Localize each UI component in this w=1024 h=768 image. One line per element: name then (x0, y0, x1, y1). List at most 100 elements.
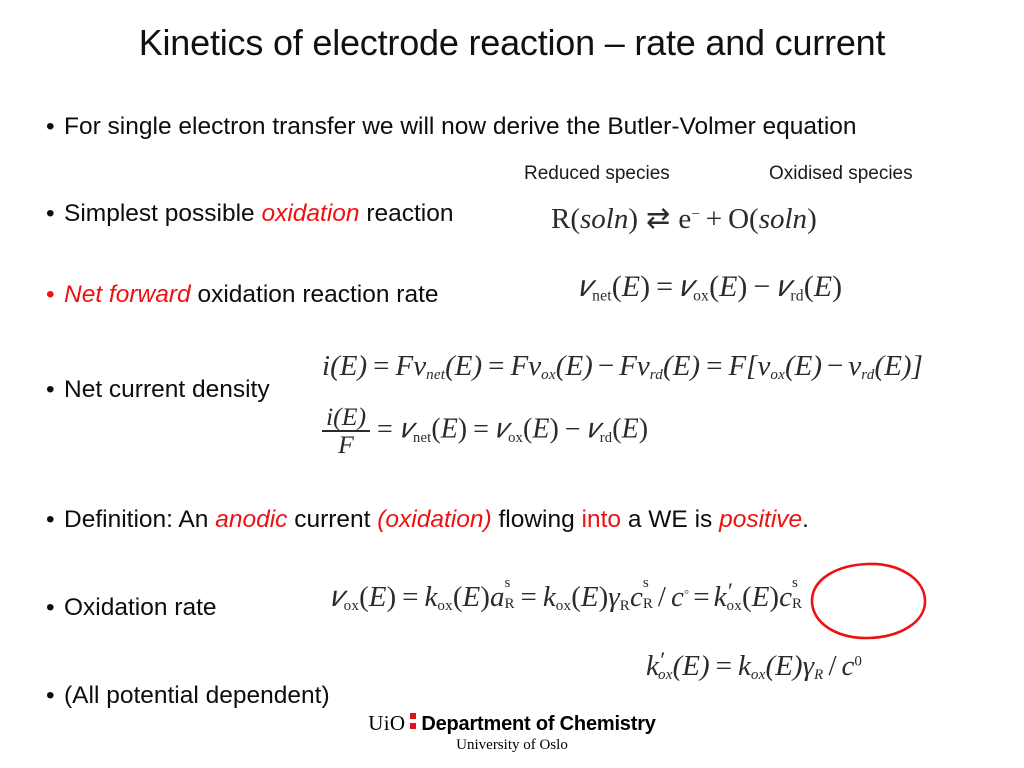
uio-university-name: University of Oslo (456, 737, 568, 753)
eq-cd-v3: v (636, 350, 650, 382)
eq-kp-k2: k (738, 650, 751, 682)
eq-cd-eq2: = (488, 350, 505, 382)
bullet-2-pre: Simplest possible (64, 200, 262, 227)
eq-cd-v1: v (413, 350, 427, 382)
bullet-marker (46, 200, 64, 228)
eq-cd-eq3: = (706, 350, 723, 382)
eq-cd-F4: F (728, 350, 747, 382)
uio-wordmark: UiO (368, 711, 406, 735)
page-title: Kinetics of electrode reaction – rate an… (138, 22, 886, 63)
equation-oxidation-rate: 𝑣ox(E) = kox(E)a s R = kox(E)γRc s R / c◦ = k′ox(E)c… (330, 574, 803, 615)
eq-kp-slash: / (828, 650, 837, 682)
bullet-item-5: Definition: An anodic current (oxidation… (46, 506, 809, 534)
bullet-3-post: oxidation reaction rate (190, 281, 439, 308)
eq-iF-eq2: = (473, 413, 489, 445)
eq-oxr-gamma: γ (608, 581, 620, 613)
bullet-5-emphasis-positive: positive (719, 506, 803, 533)
bullet-5-emphasis-anodic: anodic (215, 506, 288, 533)
eq-oxr-eq2: = (520, 581, 537, 613)
bullet-marker (46, 682, 64, 710)
bullet-5-emphasis-into: into (581, 506, 622, 533)
eq-iF-sub-ox: ox (508, 429, 524, 446)
eq-iF-den-F: F (338, 429, 354, 459)
eq-cd-rbracket: ] (911, 350, 923, 382)
eq-netrate-sub-rd: rd (790, 287, 804, 305)
eq-cd-v5: v (848, 350, 862, 382)
eq-cd-E3: E (565, 350, 584, 382)
uio-department-name: Department of Chemistry (421, 713, 656, 735)
bullet-item-6: Oxidation rate (46, 594, 217, 622)
eq-oxr-E1: E (368, 581, 387, 613)
eq-cd-i: i (322, 350, 331, 382)
eq-kp-k1: k (646, 650, 659, 682)
eq-oxr-c2: c (670, 581, 684, 613)
bullet-6-text: Oxidation rate (64, 594, 217, 621)
eq-kp-c: c (841, 650, 855, 682)
eq-oxr-c1-sub: R (642, 596, 653, 613)
eq-oxr-c3-sub: R (791, 596, 803, 613)
eq-kp-eq: = (715, 650, 733, 682)
eq-oxr-slash: / (657, 581, 666, 613)
bullet-marker (46, 506, 64, 534)
eq-netrate-E2: E (719, 270, 738, 303)
equation-k-prime: k′ox(E) = kox(E)γR / c0 (646, 648, 862, 684)
eq-kp-sub-ox2: ox (750, 667, 766, 684)
eq-cd-lbracket: [ (746, 350, 758, 382)
uio-colon-dots (405, 713, 421, 729)
eq-cd-F3: F (619, 350, 637, 382)
eq-iF-E2: E (440, 413, 458, 445)
eq-cd-v2: v (528, 350, 542, 382)
eq-oxr-a: a (489, 581, 505, 613)
eq-cd-minus1: − (597, 350, 615, 382)
eq-kp-prime: ′ (658, 648, 664, 675)
eq-oxr-E3: E (580, 581, 599, 613)
eq-oxr-sub-ox3: ox (555, 598, 572, 615)
eq-cd-E4: E (672, 350, 691, 382)
eq-iF-num-E: E (341, 401, 358, 431)
bullet-5-part5: . (802, 506, 809, 533)
eq-reaction-electron-charge: − (691, 206, 700, 223)
eq-oxr-c3: c (779, 581, 792, 613)
caption-oxidised-species: Oxidised species (769, 163, 913, 184)
uio-logo-line1: UiO Department of Chemistry (0, 711, 1024, 736)
eq-kp-E1: E (682, 650, 700, 682)
eq-iF-fraction: i(E) F (322, 401, 371, 459)
equation-net-rate: 𝑣net(E) = 𝑣ox(E) − 𝑣rd(E) (578, 270, 843, 305)
eq-netrate-E3: E (813, 270, 833, 303)
eq-netrate-sub-net: net (592, 287, 612, 305)
uio-logo: UiO Department of Chemistry University of… (0, 711, 1024, 754)
eq-oxr-a-sub: R (504, 596, 515, 613)
eq-oxr-k1: k (424, 581, 438, 613)
bullet-item-7: (All potential dependent) (46, 682, 330, 710)
eq-kp-E2: E (775, 650, 793, 682)
bullet-5-part4: a WE is (621, 506, 720, 533)
bullet-marker (46, 376, 64, 404)
eq-oxr-k2: k (542, 581, 556, 613)
eq-oxr-gamma-sub: R (619, 598, 630, 615)
bullet-5-part3: flowing (491, 506, 582, 533)
eq-reaction-electron: e (678, 203, 692, 235)
bullet-marker (46, 594, 64, 622)
bullet-marker (46, 281, 64, 309)
eq-netrate-sub-ox: ox (693, 287, 710, 305)
bullet-item-3: Net forward oxidation reaction rate (46, 281, 439, 309)
eq-reaction-plus: + (705, 203, 723, 235)
eq-cd-sub-rd2: rd (861, 367, 875, 384)
eq-cd-E5: E (794, 350, 813, 382)
eq-oxr-eq1: = (402, 581, 419, 613)
bullet-2-emphasis: oxidation (261, 200, 360, 227)
eq-reaction-rhs-species: O (728, 203, 750, 235)
bullet-3-emphasis: Net forward (64, 281, 191, 308)
eq-iF-sub-rd: rd (599, 429, 613, 446)
eq-oxr-E4: E (751, 581, 770, 613)
eq-oxr-a-indices: sR (504, 574, 515, 613)
eq-oxr-E2: E (462, 581, 481, 613)
eq-cd-sub-ox1: ox (541, 367, 556, 384)
eq-iF-E3: E (532, 413, 550, 445)
bullet-2-post: reaction (359, 200, 454, 227)
eq-kp-gamma: γ (802, 650, 815, 682)
equation-reaction: R(soln) ⇄ e− + O(soln) (551, 203, 817, 235)
eq-oxr-k3: k (713, 581, 727, 613)
eq-cd-v4: v (757, 350, 771, 382)
eq-iF-eq1: = (377, 413, 393, 445)
